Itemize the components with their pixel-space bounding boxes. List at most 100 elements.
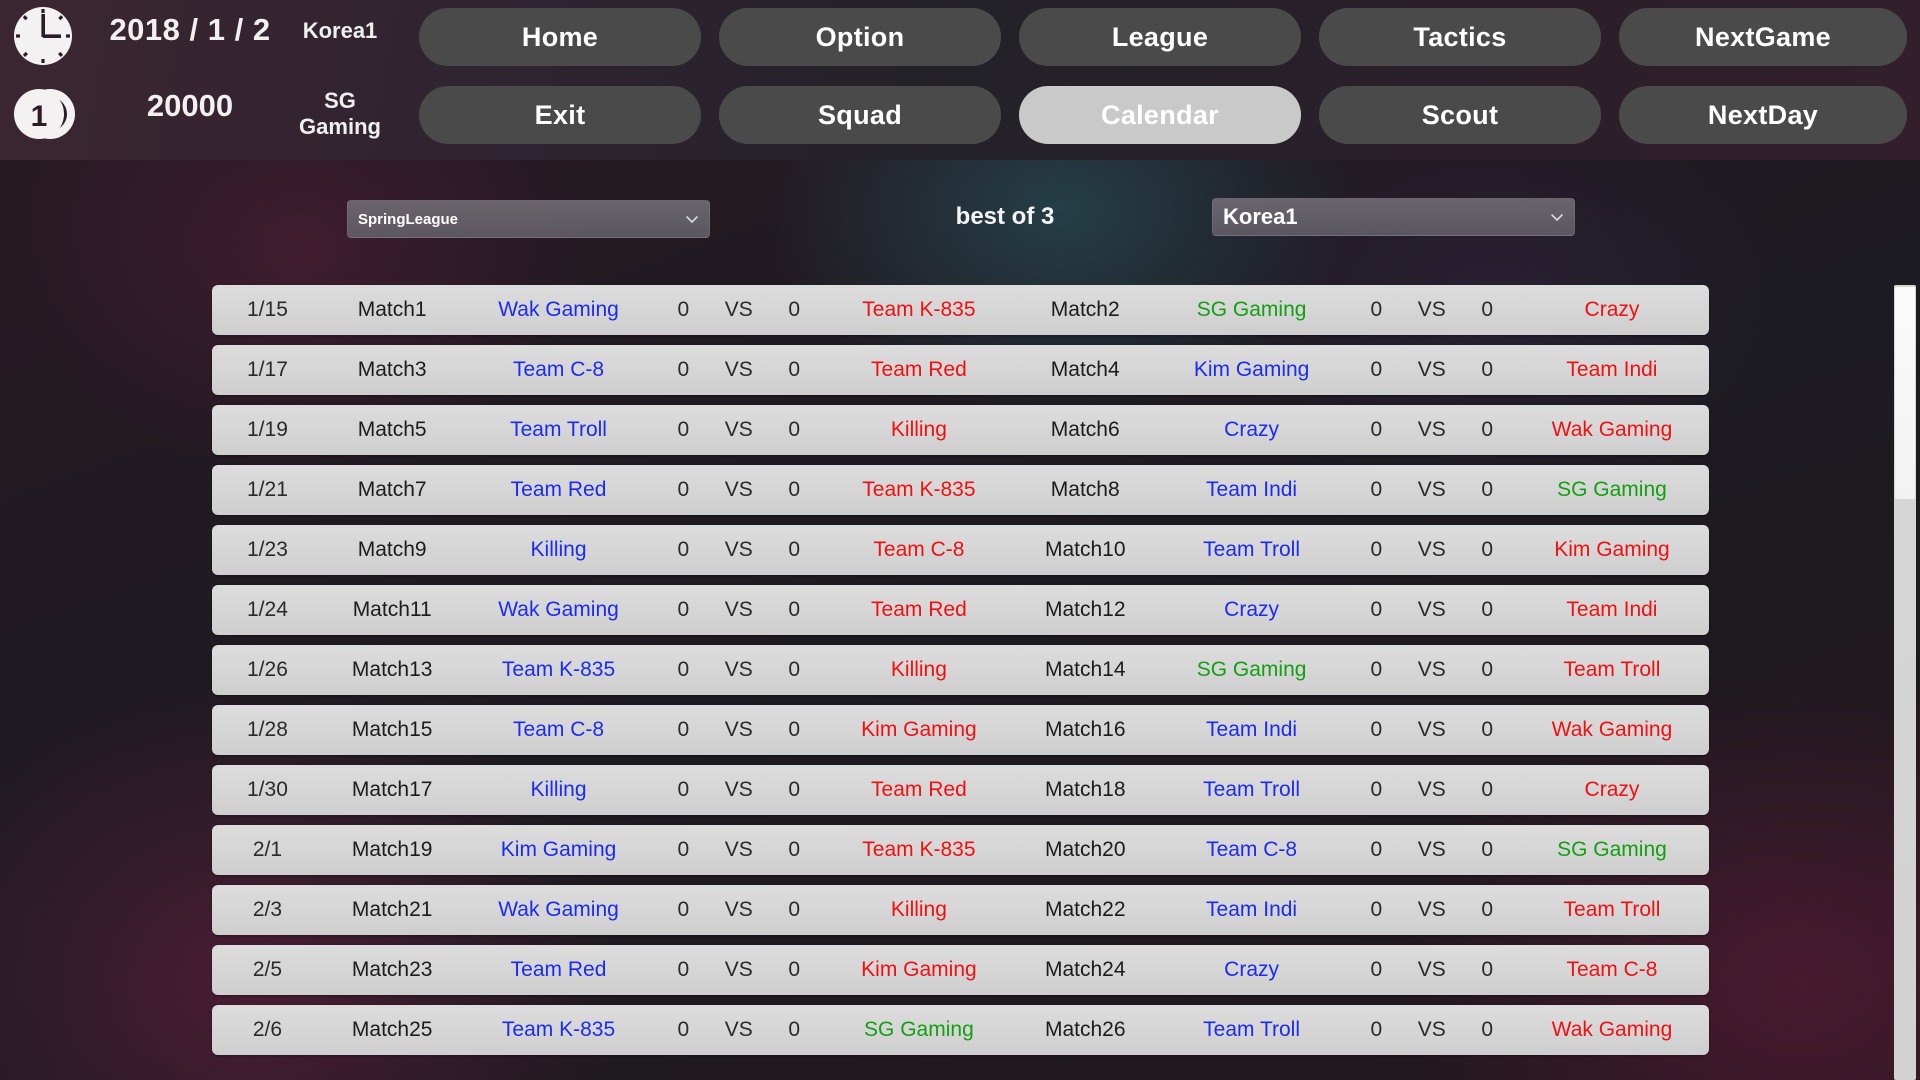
vs-label: VS (1417, 358, 1446, 381)
table-row[interactable]: 1/24 Match11 Wak Gaming 0 VS 0 Team Red Match12… (212, 585, 1709, 635)
score-right: 0 (1481, 958, 1494, 981)
score-right: 0 (788, 298, 800, 321)
nav-button-league[interactable]: League (1019, 8, 1301, 66)
score-left: 0 (1370, 838, 1383, 861)
team-right: Kim Gaming (861, 958, 977, 981)
table-row[interactable]: 1/23 Match9 Killing 0 VS 0 Team C-8 Match10 Team… (212, 525, 1709, 575)
nav-button-exit[interactable]: Exit (419, 86, 701, 144)
team-right: Killing (890, 658, 947, 681)
score-right: 0 (788, 778, 800, 801)
team-right: Crazy (1584, 298, 1640, 321)
team-right: Kim Gaming (1554, 538, 1670, 561)
score-right: 0 (1481, 298, 1494, 321)
table-row[interactable]: 1/19 Match5 Team Troll 0 VS 0 Killing Match6 Cra… (212, 405, 1709, 455)
team-left: Killing (530, 778, 587, 801)
match-label: Match15 (351, 718, 433, 741)
score-right: 0 (788, 658, 800, 681)
schedule-scrollbar[interactable] (1894, 285, 1916, 1080)
team-right: SG Gaming (864, 1018, 974, 1041)
team-right: Wak Gaming (1551, 418, 1673, 441)
match-label: Match5 (357, 418, 427, 441)
nav-button-home[interactable]: Home (419, 8, 701, 66)
team-left: SG Gaming (1196, 298, 1307, 321)
score-left: 0 (1370, 718, 1383, 741)
calendar-screen: 1 2018 / 1 / 2 20000 Korea1 SG Gaming Ho… (0, 0, 1920, 1080)
svg-text:1: 1 (31, 100, 48, 133)
score-right: 0 (1481, 838, 1494, 861)
match-label: Match26 (1044, 1018, 1126, 1041)
match-date: 2/5 (252, 958, 283, 981)
team-left: Team Troll (1203, 1018, 1300, 1041)
team-left: Team Indi (1206, 478, 1298, 501)
nav-button-calendar[interactable]: Calendar (1019, 86, 1301, 144)
current-region: Korea1 (302, 18, 378, 43)
table-row[interactable]: 1/30 Match17 Killing 0 VS 0 Team Red Match18 Tea… (212, 765, 1709, 815)
match-label: Match16 (1044, 718, 1126, 741)
table-row[interactable]: 2/1 Match19 Kim Gaming 0 VS 0 Team K-835 Match2… (212, 825, 1709, 875)
team-right: SG Gaming (1557, 838, 1667, 861)
nav-button-grid: Home Option League Tactics NextGame Exit Squad… (419, 8, 1907, 152)
table-row[interactable]: 1/28 Match15 Team C-8 0 VS 0 Kim Gaming Match16… (212, 705, 1709, 755)
match-date: 1/21 (247, 478, 288, 501)
team-right: Team Indi (1566, 358, 1658, 381)
vs-label: VS (724, 718, 753, 741)
score-right: 0 (788, 358, 800, 381)
vs-label: VS (724, 538, 753, 561)
score-right: 0 (1481, 1018, 1494, 1041)
team-right: Team K-835 (862, 298, 976, 321)
score-right: 0 (1481, 658, 1494, 681)
match-label: Match8 (1050, 478, 1120, 501)
table-row[interactable]: 2/3 Match21 Wak Gaming 0 VS 0 Killing Match22 Te… (212, 885, 1709, 935)
nav-button-nextgame[interactable]: NextGame (1619, 8, 1907, 66)
score-right: 0 (1481, 478, 1494, 501)
table-row[interactable]: 2/6 Match25 Team K-835 0 VS 0 SG Gaming Match26… (212, 1005, 1709, 1055)
score-left: 0 (677, 1018, 690, 1041)
nav-button-tactics[interactable]: Tactics (1319, 8, 1601, 66)
match-label: Match24 (1044, 958, 1126, 981)
table-row[interactable]: 1/21 Match7 Team Red 0 VS 0 Team K-835 Match8 Te… (212, 465, 1709, 515)
nav-button-squad[interactable]: Squad (719, 86, 1001, 144)
score-left: 0 (677, 478, 690, 501)
match-label: Match17 (351, 778, 433, 801)
match-label: Match23 (351, 958, 433, 981)
league-select[interactable]: SpringLeague (347, 200, 710, 238)
nav-button-option[interactable]: Option (719, 8, 1001, 66)
match-label: Match25 (351, 1018, 433, 1041)
vs-label: VS (1417, 298, 1446, 321)
vs-label: VS (1417, 598, 1446, 621)
score-right: 0 (1481, 778, 1494, 801)
table-row[interactable]: 1/17 Match3 Team C-8 0 VS 0 Team Red Match4 Kim … (212, 345, 1709, 395)
team-right: Team Red (871, 598, 967, 621)
vs-label: VS (724, 958, 753, 981)
team-right: Team K-835 (862, 838, 976, 861)
match-date: 1/15 (247, 298, 288, 321)
region-select[interactable]: Korea1 (1212, 198, 1575, 236)
score-left: 0 (1370, 778, 1383, 801)
match-label: Match19 (351, 838, 433, 861)
score-left: 0 (677, 838, 690, 861)
vs-label: VS (724, 778, 753, 801)
vs-label: VS (1417, 778, 1446, 801)
score-left: 0 (677, 958, 690, 981)
vs-label: VS (724, 1018, 753, 1041)
table-row[interactable]: 1/15 Match1 Wak Gaming 0 VS 0 Team K-835 Match2… (212, 285, 1709, 335)
score-right: 0 (1481, 538, 1494, 561)
match-label: Match21 (351, 898, 433, 921)
vs-label: VS (724, 418, 753, 441)
nav-button-scout[interactable]: Scout (1319, 86, 1601, 144)
region-select-value: Korea1 (1223, 204, 1298, 229)
match-label: Match13 (351, 658, 433, 681)
score-right: 0 (788, 718, 800, 741)
score-right: 0 (1481, 598, 1494, 621)
table-row[interactable]: 1/26 Match13 Team K-835 0 VS 0 Killing Match14 S… (212, 645, 1709, 695)
score-right: 0 (788, 538, 800, 561)
score-left: 0 (677, 898, 690, 921)
score-left: 0 (1370, 358, 1383, 381)
score-right: 0 (788, 838, 800, 861)
team-left: Team C-8 (513, 718, 605, 741)
nav-button-nextday[interactable]: NextDay (1619, 86, 1907, 144)
vs-label: VS (1417, 478, 1446, 501)
match-label: Match10 (1044, 538, 1126, 561)
schedule-scrollbar-thumb[interactable] (1895, 287, 1915, 499)
table-row[interactable]: 2/5 Match23 Team Red 0 VS 0 Kim Gaming Match24 C… (212, 945, 1709, 995)
